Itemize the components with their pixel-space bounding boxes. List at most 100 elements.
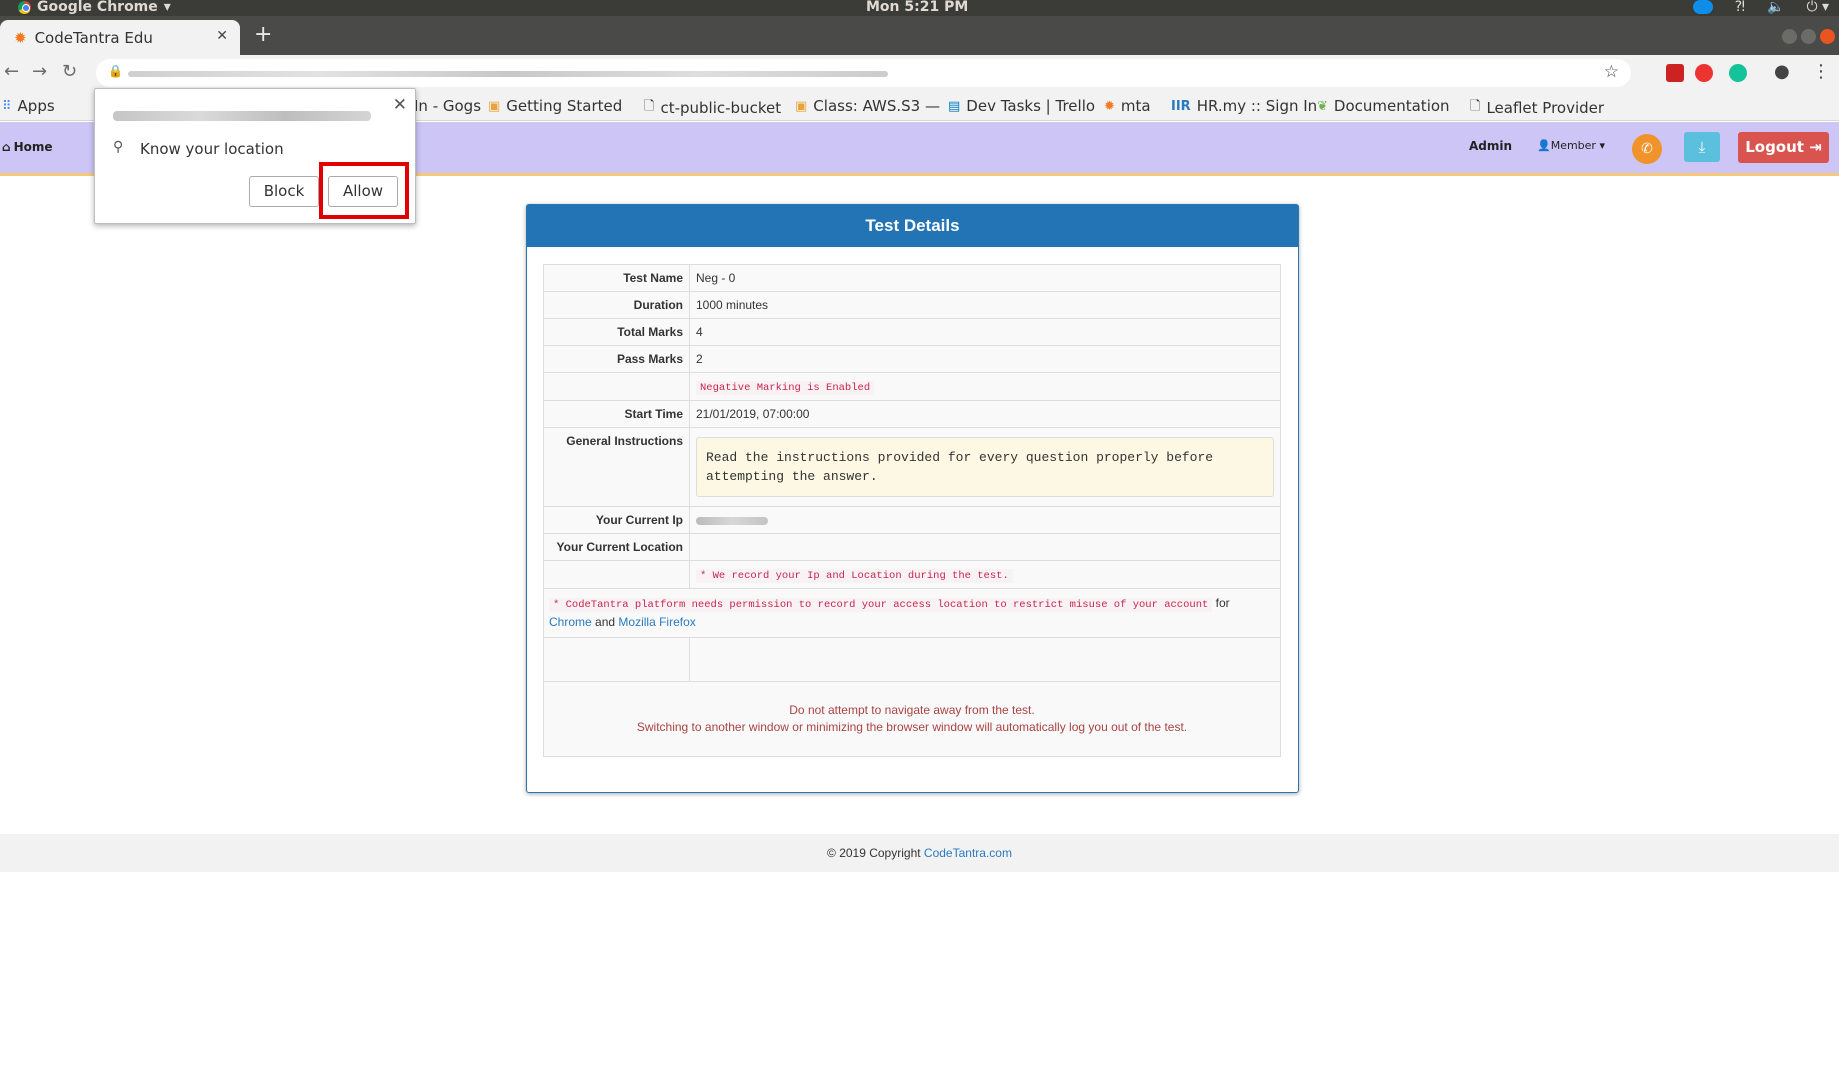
row-value: 1000 minutes [696, 298, 769, 312]
bookmark-trello[interactable]: ▤ Dev Tasks | Trello [948, 97, 1095, 115]
hr-icon: IIR [1171, 98, 1191, 114]
test-details-table: Test Name Neg - 0 Duration 1000 minutes … [543, 264, 1281, 757]
table-row: General Instructions Read the instructio… [544, 428, 1280, 507]
os-clock[interactable]: Mon 5:21 PM [866, 0, 968, 15]
blurred-url [128, 71, 888, 77]
chrome-logo-icon [18, 0, 31, 14]
volume-icon[interactable]: 🔈 [1767, 0, 1784, 15]
bookmark-aws-s3[interactable]: ▣ Class: AWS.S3 — [795, 97, 940, 115]
negative-marking-notice: Negative Marking is Enabled [696, 381, 875, 395]
window-close-icon[interactable] [1820, 29, 1835, 44]
tab-title: CodeTantra Edu [34, 28, 153, 47]
system-tray: ⁈ 🔈 ⏻ ▾ [1692, 0, 1829, 15]
download-button[interactable]: ⤓ [1684, 132, 1720, 162]
bookmark-ct-public-bucket[interactable]: 🗋 ct-public-bucket [644, 97, 781, 119]
row-label: General Instructions [544, 428, 690, 506]
codetantra-link[interactable]: CodeTantra.com [924, 846, 1012, 860]
firefox-help-link[interactable]: Mozilla Firefox [618, 615, 695, 629]
admin-link[interactable]: Admin [1469, 139, 1512, 153]
menu-kebab-icon[interactable]: ⋮ [1812, 61, 1830, 82]
lock-icon[interactable]: 🔒 [108, 64, 123, 78]
blurred-origin [113, 111, 371, 121]
trello-icon: ▤ [948, 98, 961, 114]
reload-icon[interactable]: ↻ [62, 61, 77, 82]
table-row: Test Name Neg - 0 [544, 265, 1280, 292]
table-row: * CodeTantra platform needs permission t… [544, 589, 1280, 638]
bookmark-gogs[interactable]: In - Gogs [414, 97, 481, 115]
phone-icon: ✆ [1641, 141, 1653, 157]
os-app-menu[interactable]: Google Chrome ▾ [18, 0, 171, 15]
row-label: Your Current Ip [544, 507, 690, 533]
sign-out-icon: ⇥ [1809, 138, 1822, 156]
maximize-icon[interactable] [1801, 29, 1816, 44]
teamviewer-icon[interactable] [1692, 0, 1713, 14]
caret-down-icon: ▾ [163, 0, 171, 15]
minimize-icon[interactable] [1782, 29, 1797, 44]
opera-extension-icon[interactable] [1695, 64, 1713, 82]
general-instructions: Read the instructions provided for every… [696, 437, 1274, 497]
logout-button[interactable]: Logout ⇥ [1738, 132, 1829, 163]
window-controls [1782, 29, 1835, 44]
home-link[interactable]: ⌂ Home [2, 140, 53, 154]
bookmark-hr[interactable]: IIR HR.my :: Sign In [1171, 97, 1317, 115]
user-icon: 👤 [1537, 139, 1551, 152]
address-bar[interactable]: 🔒 ☆ [96, 59, 1631, 87]
row-label: Your Current Location [544, 534, 690, 560]
allow-highlight-box [319, 162, 409, 219]
blurred-ip-value [696, 516, 768, 525]
os-app-name: Google Chrome [37, 0, 158, 15]
box-icon: ▣ [795, 98, 808, 114]
table-row: Negative Marking is Enabled [544, 373, 1280, 401]
back-arrow-icon[interactable]: ← [4, 61, 19, 82]
row-label: Start Time [544, 401, 690, 427]
table-row: Start Time 21/01/2019, 07:00:00 [544, 401, 1280, 428]
browser-tab[interactable]: ✹ CodeTantra Edu ✕ [0, 20, 240, 55]
permission-notice: * CodeTantra platform needs permission t… [549, 598, 1213, 612]
tab-close-icon[interactable]: ✕ [216, 28, 228, 44]
page-icon: 🗋 [1470, 99, 1481, 114]
table-row: Pass Marks 2 [544, 346, 1280, 373]
card-title: Test Details [527, 205, 1298, 247]
navigation-warning: Do not attempt to navigate away from the… [544, 682, 1280, 756]
home-icon: ⌂ [2, 140, 11, 154]
page-footer: © 2019 Copyright CodeTantra.com [0, 834, 1839, 872]
leaf-icon: ❦ [1317, 98, 1328, 114]
forward-arrow-icon[interactable]: → [32, 61, 47, 82]
table-row: Your Current Ip [544, 507, 1280, 534]
bookmark-mta[interactable]: ✹ mta [1104, 97, 1151, 115]
codetantra-favicon-icon: ✹ [14, 28, 27, 47]
bookmark-leaflet-provider[interactable]: 🗋 Leaflet Provider [1470, 97, 1604, 119]
bookmark-documentation[interactable]: ❦ Documentation [1317, 97, 1450, 115]
table-row: Your Current Location [544, 534, 1280, 561]
tab-strip: ✹ CodeTantra Edu ✕ + [0, 16, 1839, 55]
bookmark-star-icon[interactable]: ☆ [1604, 62, 1619, 82]
block-button[interactable]: Block [249, 176, 319, 207]
record-notice: * We record your Ip and Location during … [696, 569, 1013, 583]
permission-message: Know your location [140, 140, 284, 158]
table-row: Total Marks 4 [544, 319, 1280, 346]
member-dropdown[interactable]: 👤Member ▾ [1537, 139, 1605, 152]
table-row: Duration 1000 minutes [544, 292, 1280, 319]
profile-icon[interactable]: ● [1774, 61, 1790, 82]
chrome-help-link[interactable]: Chrome [549, 615, 592, 629]
test-details-card: Test Details Test Name Neg - 0 Duration … [526, 204, 1299, 793]
grammarly-extension-icon[interactable] [1729, 64, 1747, 82]
network-icon[interactable]: ⁈ [1735, 0, 1745, 15]
apps-grid-icon: ⠿ [2, 98, 12, 114]
new-tab-icon[interactable]: + [254, 22, 272, 47]
row-label: Test Name [544, 265, 690, 291]
table-row [544, 638, 1280, 682]
row-label: Pass Marks [544, 346, 690, 372]
call-button[interactable]: ✆ [1632, 134, 1662, 164]
popup-close-icon[interactable]: ✕ [393, 95, 407, 115]
power-icon[interactable]: ⏻ ▾ [1806, 0, 1829, 15]
bookmark-getting-started[interactable]: ▣ Getting Started [488, 97, 622, 115]
cors-extension-icon[interactable] [1666, 64, 1684, 82]
row-value: Neg - 0 [696, 271, 736, 285]
row-value [690, 534, 1280, 560]
row-label [544, 373, 690, 400]
bookmark-apps[interactable]: ⠿ Apps [2, 97, 55, 115]
row-label: Total Marks [544, 319, 690, 345]
row-label: Duration [544, 292, 690, 318]
page-icon: 🗋 [644, 99, 655, 114]
